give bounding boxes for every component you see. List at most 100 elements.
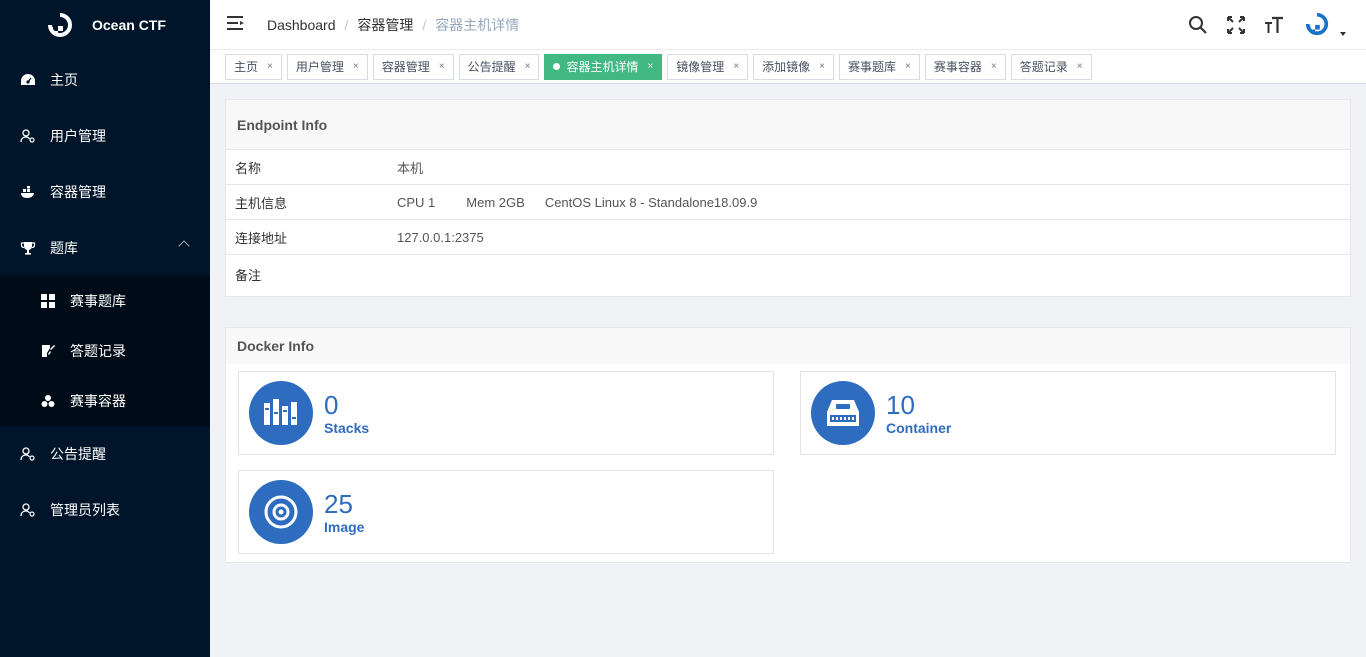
breadcrumb: Dashboard / 容器管理 / 容器主机详情 bbox=[267, 15, 519, 35]
tag-host-detail[interactable]: 容器主机详情 × bbox=[544, 53, 663, 80]
close-icon[interactable]: × bbox=[819, 61, 825, 72]
chevron-up-icon bbox=[178, 240, 190, 252]
breadcrumb-separator: / bbox=[344, 16, 349, 33]
hamburger-icon[interactable] bbox=[227, 15, 245, 34]
card-text: 10 Container bbox=[886, 391, 951, 436]
close-icon[interactable]: × bbox=[267, 61, 273, 72]
sidebar-item-admins[interactable]: 管理员列表 bbox=[0, 482, 210, 538]
search-icon[interactable] bbox=[1188, 15, 1208, 35]
navbar: Dashboard / 容器管理 / 容器主机详情 bbox=[210, 0, 1366, 50]
user-icon bbox=[20, 446, 36, 462]
grid-icon bbox=[40, 293, 56, 309]
sidebar-subitem-answer-records[interactable]: 答题记录 bbox=[0, 326, 210, 376]
tag-contest-containers[interactable]: 赛事容器 × bbox=[924, 53, 1006, 80]
close-icon[interactable]: × bbox=[1077, 61, 1083, 72]
container-label: Container bbox=[886, 419, 952, 436]
info-label: 连接地址 bbox=[235, 230, 288, 246]
user-avatar-dropdown[interactable] bbox=[1304, 11, 1346, 40]
container-icon bbox=[811, 381, 875, 445]
container-count: 10 bbox=[886, 389, 915, 420]
info-label: 名称 bbox=[235, 160, 262, 176]
app-title: Ocean CTF bbox=[92, 17, 166, 33]
card-text: 25 Image bbox=[324, 490, 364, 535]
fullscreen-icon[interactable] bbox=[1226, 15, 1246, 35]
sidebar-item-label: 管理员列表 bbox=[50, 502, 120, 518]
info-value: 本机 bbox=[397, 158, 454, 177]
breadcrumb-containers[interactable]: 容器管理 bbox=[357, 15, 413, 35]
tag-contest-bank[interactable]: 赛事题库 × bbox=[839, 53, 920, 80]
stacks-label: Stacks bbox=[324, 419, 370, 436]
sidebar-item-containers[interactable]: 容器管理 bbox=[0, 164, 210, 220]
dashboard-icon bbox=[20, 72, 36, 88]
sidebar-item-announcements[interactable]: 公告提醒 bbox=[0, 426, 210, 482]
sidebar-item-label: 容器管理 bbox=[50, 184, 106, 200]
tag-label: 添加镜像 bbox=[762, 60, 811, 74]
info-row-host: 主机信息 CPU 1 Mem 2GB CentOS Linux 8 - Stan… bbox=[226, 185, 1350, 220]
submenu-question-bank: 赛事题库 答题记录 赛事容器 bbox=[0, 276, 210, 426]
sidebar-item-home[interactable]: 主页 bbox=[0, 52, 210, 108]
sidebar-subitem-contest-bank[interactable]: 赛事题库 bbox=[0, 276, 210, 326]
sidebar-item-label: 公告提醒 bbox=[50, 446, 106, 462]
sidebar-item-question-bank[interactable]: 题库 bbox=[0, 220, 210, 276]
panel-title: Endpoint Info bbox=[226, 100, 1350, 150]
tag-label: 容器主机详情 bbox=[566, 60, 639, 74]
sidebar: Ocean CTF 主页 用户管理 容器管理 题库 赛事题库 答题记录 赛事容器… bbox=[0, 0, 210, 657]
tag-label: 镜像管理 bbox=[676, 60, 725, 74]
close-icon[interactable]: × bbox=[647, 61, 653, 72]
image-count: 25 bbox=[324, 488, 353, 519]
panel-title: Docker Info bbox=[226, 328, 1350, 364]
breadcrumb-dashboard[interactable]: Dashboard bbox=[267, 17, 336, 33]
tag-add-image[interactable]: 添加镜像 × bbox=[753, 53, 835, 80]
host-os: CentOS Linux 8 - Standalone18.09.9 bbox=[544, 194, 758, 210]
sidebar-item-users[interactable]: 用户管理 bbox=[0, 108, 210, 164]
edit-icon bbox=[40, 343, 56, 359]
tag-users[interactable]: 用户管理 × bbox=[286, 53, 368, 80]
user-icon bbox=[20, 502, 36, 518]
font-size-icon[interactable] bbox=[1264, 15, 1284, 35]
logo-icon bbox=[46, 11, 74, 39]
tags-view: 主页 × 用户管理 × 容器管理 × 公告提醒 × 容器主机详情 × 镜像管理 × 添加镜像… bbox=[210, 50, 1366, 84]
caret-down-icon bbox=[1340, 32, 1346, 36]
info-value: 127.0.0.1:2375 bbox=[397, 230, 515, 245]
close-icon[interactable]: × bbox=[439, 61, 445, 72]
breadcrumb-current: 容器主机详情 bbox=[435, 16, 520, 33]
sidebar-item-label: 赛事题库 bbox=[70, 293, 126, 309]
image-label: Image bbox=[324, 518, 365, 535]
info-row-address: 连接地址 127.0.0.1:2375 bbox=[226, 220, 1350, 255]
info-value: CPU 1 Mem 2GB CentOS Linux 8 - Standalon… bbox=[397, 195, 788, 210]
host-cpu: CPU 1 bbox=[397, 194, 436, 210]
info-row-note: 备注 bbox=[226, 255, 1350, 311]
user-icon bbox=[20, 128, 36, 144]
stacks-count: 0 bbox=[324, 389, 339, 420]
docker-info-panel: Docker Info 0 Stacks 10 Container 25 Ima… bbox=[225, 327, 1351, 563]
info-row-name: 名称 本机 bbox=[226, 150, 1350, 185]
tag-label: 赛事容器 bbox=[933, 60, 982, 74]
tag-announcements[interactable]: 公告提醒 × bbox=[458, 53, 540, 80]
stacks-card[interactable]: 0 Stacks bbox=[238, 371, 774, 455]
sidebar-item-label: 赛事容器 bbox=[70, 393, 126, 409]
sidebar-item-label: 用户管理 bbox=[50, 128, 106, 144]
avatar bbox=[1304, 11, 1330, 40]
header-tools bbox=[1170, 0, 1346, 50]
container-card[interactable]: 10 Container bbox=[800, 371, 1336, 455]
container-icon bbox=[20, 184, 36, 200]
image-card[interactable]: 25 Image bbox=[238, 470, 774, 554]
close-icon[interactable]: × bbox=[991, 61, 997, 72]
info-label: 备注 bbox=[235, 268, 262, 283]
sidebar-item-label: 主页 bbox=[50, 72, 78, 88]
card-text: 0 Stacks bbox=[324, 391, 369, 436]
tag-answer-records[interactable]: 答题记录 × bbox=[1010, 53, 1092, 80]
logo[interactable]: Ocean CTF bbox=[0, 0, 210, 50]
image-disc-icon bbox=[249, 480, 313, 544]
host-mem: Mem 2GB bbox=[466, 194, 525, 210]
close-icon[interactable]: × bbox=[733, 61, 739, 72]
tag-label: 容器管理 bbox=[381, 60, 430, 74]
close-icon[interactable]: × bbox=[353, 61, 359, 72]
tag-home[interactable]: 主页 × bbox=[225, 53, 282, 80]
stacks-icon bbox=[249, 381, 313, 445]
close-icon[interactable]: × bbox=[905, 61, 911, 72]
tag-images[interactable]: 镜像管理 × bbox=[667, 53, 749, 80]
sidebar-subitem-contest-containers[interactable]: 赛事容器 bbox=[0, 376, 210, 426]
close-icon[interactable]: × bbox=[525, 61, 531, 72]
tag-containers[interactable]: 容器管理 × bbox=[372, 53, 454, 80]
